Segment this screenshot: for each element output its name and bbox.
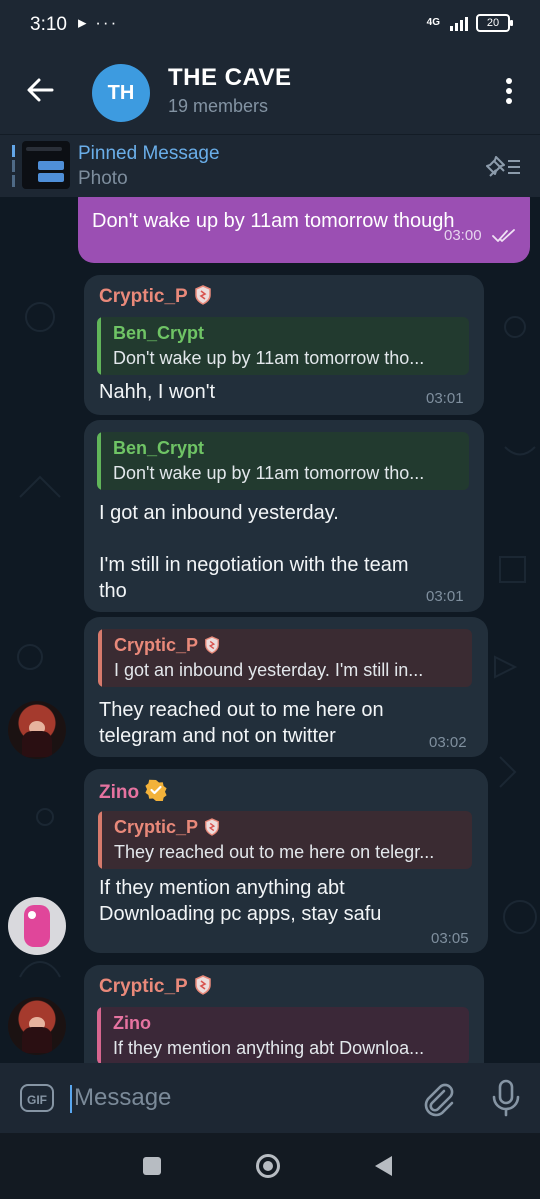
sender-name[interactable]: Cryptic_P [99,285,212,308]
reply-text: They reached out to me here on telegr... [114,842,435,862]
chat-header: TH THE CAVE 19 members [0,52,540,134]
home-button[interactable] [255,1153,281,1179]
message-incoming[interactable]: Cryptic_P Ben_Crypt Don't wake up by 11a… [84,275,484,415]
reply-author-text: Cryptic_P [114,817,199,837]
back-triangle-button[interactable] [372,1154,394,1178]
admin-badge-icon [194,975,211,995]
message-text: I got an inbound yesterday. I'm still in… [99,502,409,602]
reply-author-text: Cryptic_P [114,635,199,655]
reply-author: Cryptic_P [114,817,220,838]
user-avatar[interactable] [8,701,66,759]
read-checkmarks-icon [492,229,515,242]
message-outgoing[interactable]: Don't wake up by 11am tomorrow though 03… [78,197,530,263]
message-incoming[interactable]: Zino Cryptic_P They reached out to me he… [84,769,488,953]
reply-preview[interactable]: Zino If they mention anything abt Downlo… [97,1007,469,1063]
signal-icon [450,15,468,31]
reply-author: Ben_Crypt [113,438,205,458]
message-text: Nahh, I won't [99,381,216,403]
back-arrow-icon[interactable] [26,76,54,104]
attach-paperclip-icon[interactable] [420,1081,456,1117]
user-avatar[interactable] [8,997,66,1055]
pinned-title: Pinned Message [78,143,220,164]
message-time: 03:02 [429,734,467,751]
status-bar: 3:10 ▸ ··· 4G 20 [0,0,540,52]
sender-name-text: Cryptic_P [99,976,188,997]
reply-preview[interactable]: Ben_Crypt Don't wake up by 11am tomorrow… [97,432,469,490]
reply-text: Don't wake up by 11am tomorrow tho... [113,463,425,483]
admin-badge-icon [194,285,211,305]
status-right: 4G 20 [426,14,513,32]
status-notification-icons: ▸ ··· [78,13,119,32]
user-avatar[interactable] [8,897,66,955]
pinned-photo-thumbnail [22,141,70,189]
sender-name-text: Zino [99,782,140,803]
message-text: They reached out to me here on telegram … [99,699,384,747]
reply-preview[interactable]: Cryptic_P I got an inbound yesterday. I'… [98,629,472,687]
message-text: If they mention anything abt Downloading… [99,877,382,925]
message-incoming[interactable]: Cryptic_P I got an inbound yesterday. I'… [84,617,488,757]
reply-preview[interactable]: Cryptic_P They reached out to me here on… [98,811,472,869]
verified-badge-icon [145,779,167,801]
chat-title[interactable]: THE CAVE [168,64,292,92]
pinned-text: Photo [78,168,128,189]
reply-author: Cryptic_P [114,635,220,656]
more-options-icon[interactable] [506,78,514,106]
network-type: 4G [426,17,440,28]
microphone-icon[interactable] [490,1079,522,1117]
pinned-message-bar[interactable]: Pinned Message Photo [0,134,540,197]
message-input[interactable] [74,1081,404,1115]
message-time: 03:01 [426,390,464,407]
message-time: 03:00 [444,227,482,244]
message-time: 03:01 [426,588,464,605]
text-cursor [70,1085,72,1113]
sender-name-text: Cryptic_P [99,286,188,307]
group-avatar[interactable]: TH [92,64,150,122]
reply-author: Ben_Crypt [113,323,205,343]
sender-name[interactable]: Zino [99,779,167,804]
system-navigation-bar [0,1133,540,1199]
reply-author: Zino [113,1013,151,1033]
admin-badge-icon [205,818,219,836]
reply-text: Don't wake up by 11am tomorrow tho... [113,348,425,368]
member-count: 19 members [168,96,269,116]
message-incoming[interactable]: Ben_Crypt Don't wake up by 11am tomorrow… [84,420,484,612]
reply-text: I got an inbound yesterday. I'm still in… [114,660,424,680]
gif-button[interactable]: GIF [20,1084,54,1112]
message-text: Don't wake up by 11am tomorrow though [92,210,455,232]
pinned-indicator [12,145,15,187]
reply-preview[interactable]: Ben_Crypt Don't wake up by 11am tomorrow… [97,317,469,375]
sender-name[interactable]: Cryptic_P [99,975,212,998]
message-list[interactable]: Don't wake up by 11am tomorrow though 03… [0,197,540,1063]
message-incoming[interactable]: Cryptic_P Zino If they mention anything … [84,965,484,1063]
pinned-list-icon[interactable] [486,153,522,179]
recent-apps-button[interactable] [143,1157,161,1175]
message-time: 03:05 [431,930,469,947]
message-composer: GIF [0,1063,540,1133]
status-time: 3:10 [30,14,67,35]
admin-badge-icon [205,636,219,654]
battery-icon: 20 [476,14,513,32]
reply-text: If they mention anything abt Downloa... [113,1038,425,1058]
